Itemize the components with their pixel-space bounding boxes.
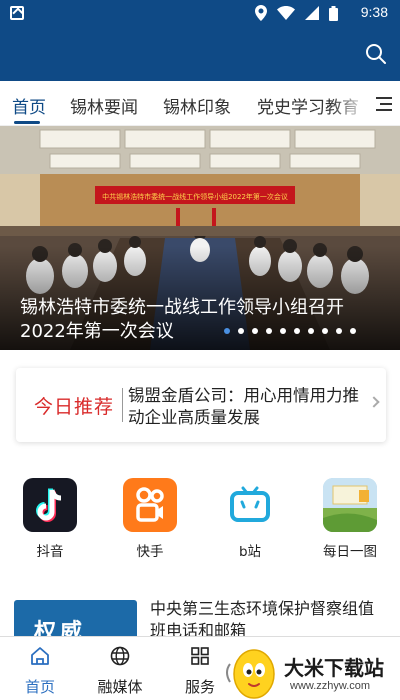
carousel-dot[interactable]	[322, 328, 328, 334]
tab-xilin-impression[interactable]: 锡林印象	[163, 93, 231, 118]
battery-icon	[329, 5, 338, 21]
channel-tabs: 首页 锡林要闻 锡林印象 党史学习教育	[0, 81, 400, 126]
recommend-label: 今日推荐	[34, 396, 115, 418]
app-header: 9:38	[0, 0, 400, 81]
bilibili-icon	[223, 478, 277, 532]
tab-menu-icon[interactable]	[374, 95, 392, 111]
carousel-dot[interactable]	[266, 328, 272, 334]
tab-home[interactable]: 首页	[12, 93, 46, 118]
wifi-icon	[277, 6, 295, 20]
search-icon[interactable]	[364, 42, 388, 66]
app-kuaishou[interactable]: 快手	[110, 478, 190, 560]
app-label: 每日一图	[323, 544, 377, 560]
status-time: 9:38	[360, 4, 388, 20]
carousel-dot[interactable]	[308, 328, 314, 334]
nav-label: 融媒体	[97, 678, 143, 696]
signal-icon	[305, 6, 319, 20]
location-icon	[255, 5, 267, 21]
carousel-dot[interactable]	[280, 328, 286, 334]
carousel-indicator	[224, 328, 356, 334]
nav-home[interactable]: 首页	[5, 645, 75, 697]
today-recommend-card[interactable]: 今日推荐 锡盟金盾公司：用心用情用力推动企业高质量发展	[16, 368, 386, 442]
carousel-dot[interactable]	[252, 328, 258, 334]
recommend-divider	[122, 388, 123, 422]
kuaishou-icon	[123, 478, 177, 532]
grid-icon	[191, 647, 209, 665]
recommend-text[interactable]: 锡盟金盾公司：用心用情用力推动企业高质量发展	[128, 385, 368, 429]
globe-icon	[110, 646, 130, 666]
app-label: b站	[238, 544, 262, 560]
chevron-right-icon	[368, 396, 380, 408]
daily-picture-icon	[323, 478, 377, 532]
carousel-dot[interactable]	[350, 328, 356, 334]
watermark-url: www.zzhyw.com	[290, 680, 371, 692]
app-bilibili[interactable]: b站	[210, 478, 290, 560]
nav-label: 首页	[24, 678, 55, 696]
tab-fade	[330, 81, 370, 125]
home-icon	[31, 647, 49, 665]
app-daily-picture[interactable]: 每日一图	[310, 478, 390, 560]
watermark: 大米下载站 www.zzhyw.com	[218, 644, 400, 700]
watermark-text: 大米下载站	[284, 656, 384, 680]
app-label: 快手	[136, 544, 164, 560]
douyin-icon	[23, 478, 77, 532]
tab-xilin-news[interactable]: 锡林要闻	[70, 93, 138, 118]
notification-icon	[10, 6, 24, 20]
active-tab-indicator	[14, 121, 40, 124]
carousel-dot[interactable]	[238, 328, 244, 334]
carousel-dot[interactable]	[224, 328, 230, 334]
banner-title[interactable]: 锡林浩特市委统一战线工作领导小组召开2022年第一次会议	[20, 296, 380, 344]
egg-mascot-icon	[226, 649, 275, 699]
nav-media[interactable]: 融媒体	[85, 645, 155, 697]
news-banner[interactable]: 中共锡林浩特市委统一战线工作领导小组2022年第一次会议 锡林浩特市委统一战线工…	[0, 126, 400, 350]
carousel-dot[interactable]	[336, 328, 342, 334]
carousel-dot[interactable]	[294, 328, 300, 334]
app-douyin[interactable]: 抖音	[10, 478, 90, 560]
app-label: 抖音	[36, 544, 64, 560]
status-bar: 9:38	[0, 0, 400, 28]
status-icons	[255, 5, 338, 21]
app-shortcuts: 抖音 快手 b站 每日一图	[0, 478, 400, 588]
meeting-banner-text: 中共锡林浩特市委统一战线工作领导小组2022年第一次会议	[102, 192, 288, 201]
